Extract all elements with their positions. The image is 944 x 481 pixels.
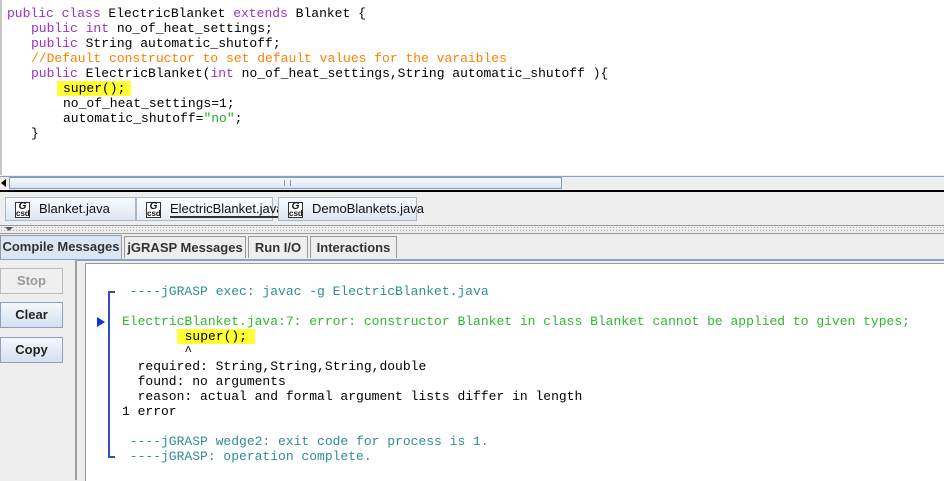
csd-file-icon: Gcsd — [146, 201, 161, 218]
message-bracket — [108, 291, 115, 458]
code-token: ; — [234, 111, 243, 126]
output-line: 1 error — [122, 404, 177, 419]
code-token: ElectricBlanket( — [85, 66, 211, 81]
code-editor[interactable]: public class ElectricBlanket extends Bla… — [0, 0, 944, 175]
output-line: ----jGRASP wedge2: exit code for process… — [122, 434, 489, 449]
code-token: public — [31, 66, 86, 81]
code-token: int — [210, 66, 242, 81]
code-token: ElectricBlanket — [108, 6, 234, 21]
file-tab-label: ElectricBlanket.java — [170, 201, 284, 218]
tab-interactions[interactable]: Interactions — [310, 236, 397, 258]
code-token: automatic_shutoff= — [63, 111, 204, 126]
tab-run-i-o[interactable]: Run I/O — [248, 236, 308, 258]
file-tabs: Gcsd Blanket.java Gcsd ElectricBlanket.java… — [0, 193, 944, 224]
error-highlight: super(); — [176, 329, 256, 344]
code-line: //Default constructor to set default val… — [31, 51, 507, 66]
horizontal-scrollbar[interactable] — [0, 176, 944, 191]
tab-compile-messages[interactable]: Compile Messages — [0, 235, 122, 259]
csd-file-icon: Gcsd — [15, 201, 30, 218]
copy-button[interactable]: Copy — [0, 337, 63, 363]
output-line: found: no arguments — [122, 374, 286, 389]
split-pane-divider[interactable] — [0, 225, 944, 234]
code-token: //Default constructor to set default val… — [31, 51, 507, 66]
file-tab-blanket-java[interactable]: Gcsd Blanket.java — [5, 197, 136, 221]
divider — [0, 190, 944, 192]
collapse-arrow-icon[interactable] — [5, 227, 13, 231]
scrollbar-thumb[interactable] — [9, 177, 562, 189]
code-line: no_of_heat_settings=1; — [63, 96, 235, 111]
output-line: ^ — [122, 344, 193, 359]
clear-button[interactable]: Clear — [0, 302, 63, 328]
code-line: public class ElectricBlanket extends Bla… — [7, 6, 366, 21]
file-tab-label: DemoBlankets.java — [312, 201, 424, 216]
code-line: public int no_of_heat_settings; — [31, 21, 273, 36]
message-button-panel: Stop Clear Copy — [0, 260, 77, 480]
output-line: ----jGRASP: operation complete. — [122, 449, 372, 464]
error-highlight: super(); — [57, 81, 132, 96]
code-token: public int — [31, 21, 117, 36]
grip-icon — [284, 180, 291, 186]
code-line: public String automatic_shutoff; — [31, 36, 281, 51]
code-token: extends — [233, 6, 296, 21]
stop-button[interactable]: Stop — [0, 268, 63, 294]
code-token: } — [31, 126, 39, 141]
code-token: no_of_heat_settings=1; — [63, 96, 235, 111]
output-line: ----jGRASP exec: javac -g ElectricBlanke… — [122, 284, 489, 299]
tab-jgrasp-messages[interactable]: jGRASP Messages — [124, 236, 246, 258]
code-line: super(); — [57, 81, 132, 96]
code-token: String automatic_shutoff; — [85, 36, 281, 51]
code-line: automatic_shutoff="no"; — [63, 111, 242, 126]
code-line: public ElectricBlanket(int no_of_heat_se… — [31, 66, 608, 81]
message-tabs: Compile Messages jGRASP Messages Run I/O In… — [0, 235, 944, 261]
output-line: reason: actual and formal argument lists… — [122, 389, 583, 404]
code-token: no_of_heat_settings,String automatic_shu… — [241, 66, 609, 81]
code-token: public — [31, 36, 86, 51]
compile-messages-output[interactable]: ----jGRASP exec: javac -g ElectricBlanke… — [85, 263, 944, 481]
scroll-left-arrow-icon[interactable] — [1, 179, 6, 187]
code-token: "no" — [203, 111, 235, 126]
error-marker-icon[interactable] — [97, 317, 105, 327]
file-tab-label: Blanket.java — [39, 201, 110, 216]
code-line: } — [31, 126, 39, 141]
output-line: ElectricBlanket.java:7: error: construct… — [122, 314, 910, 329]
code-token: public class — [7, 6, 109, 21]
code-token: no_of_heat_settings; — [116, 21, 273, 36]
csd-file-icon: Gcsd — [288, 201, 303, 218]
file-tab-demoblankets-java[interactable]: Gcsd DemoBlankets.java — [278, 197, 424, 221]
file-tab-electricblanket-java[interactable]: Gcsd ElectricBlanket.java — [136, 197, 284, 221]
output-line: required: String,String,String,double — [122, 359, 427, 374]
output-line: super(); — [122, 329, 256, 344]
code-token: Blanket { — [295, 6, 366, 21]
